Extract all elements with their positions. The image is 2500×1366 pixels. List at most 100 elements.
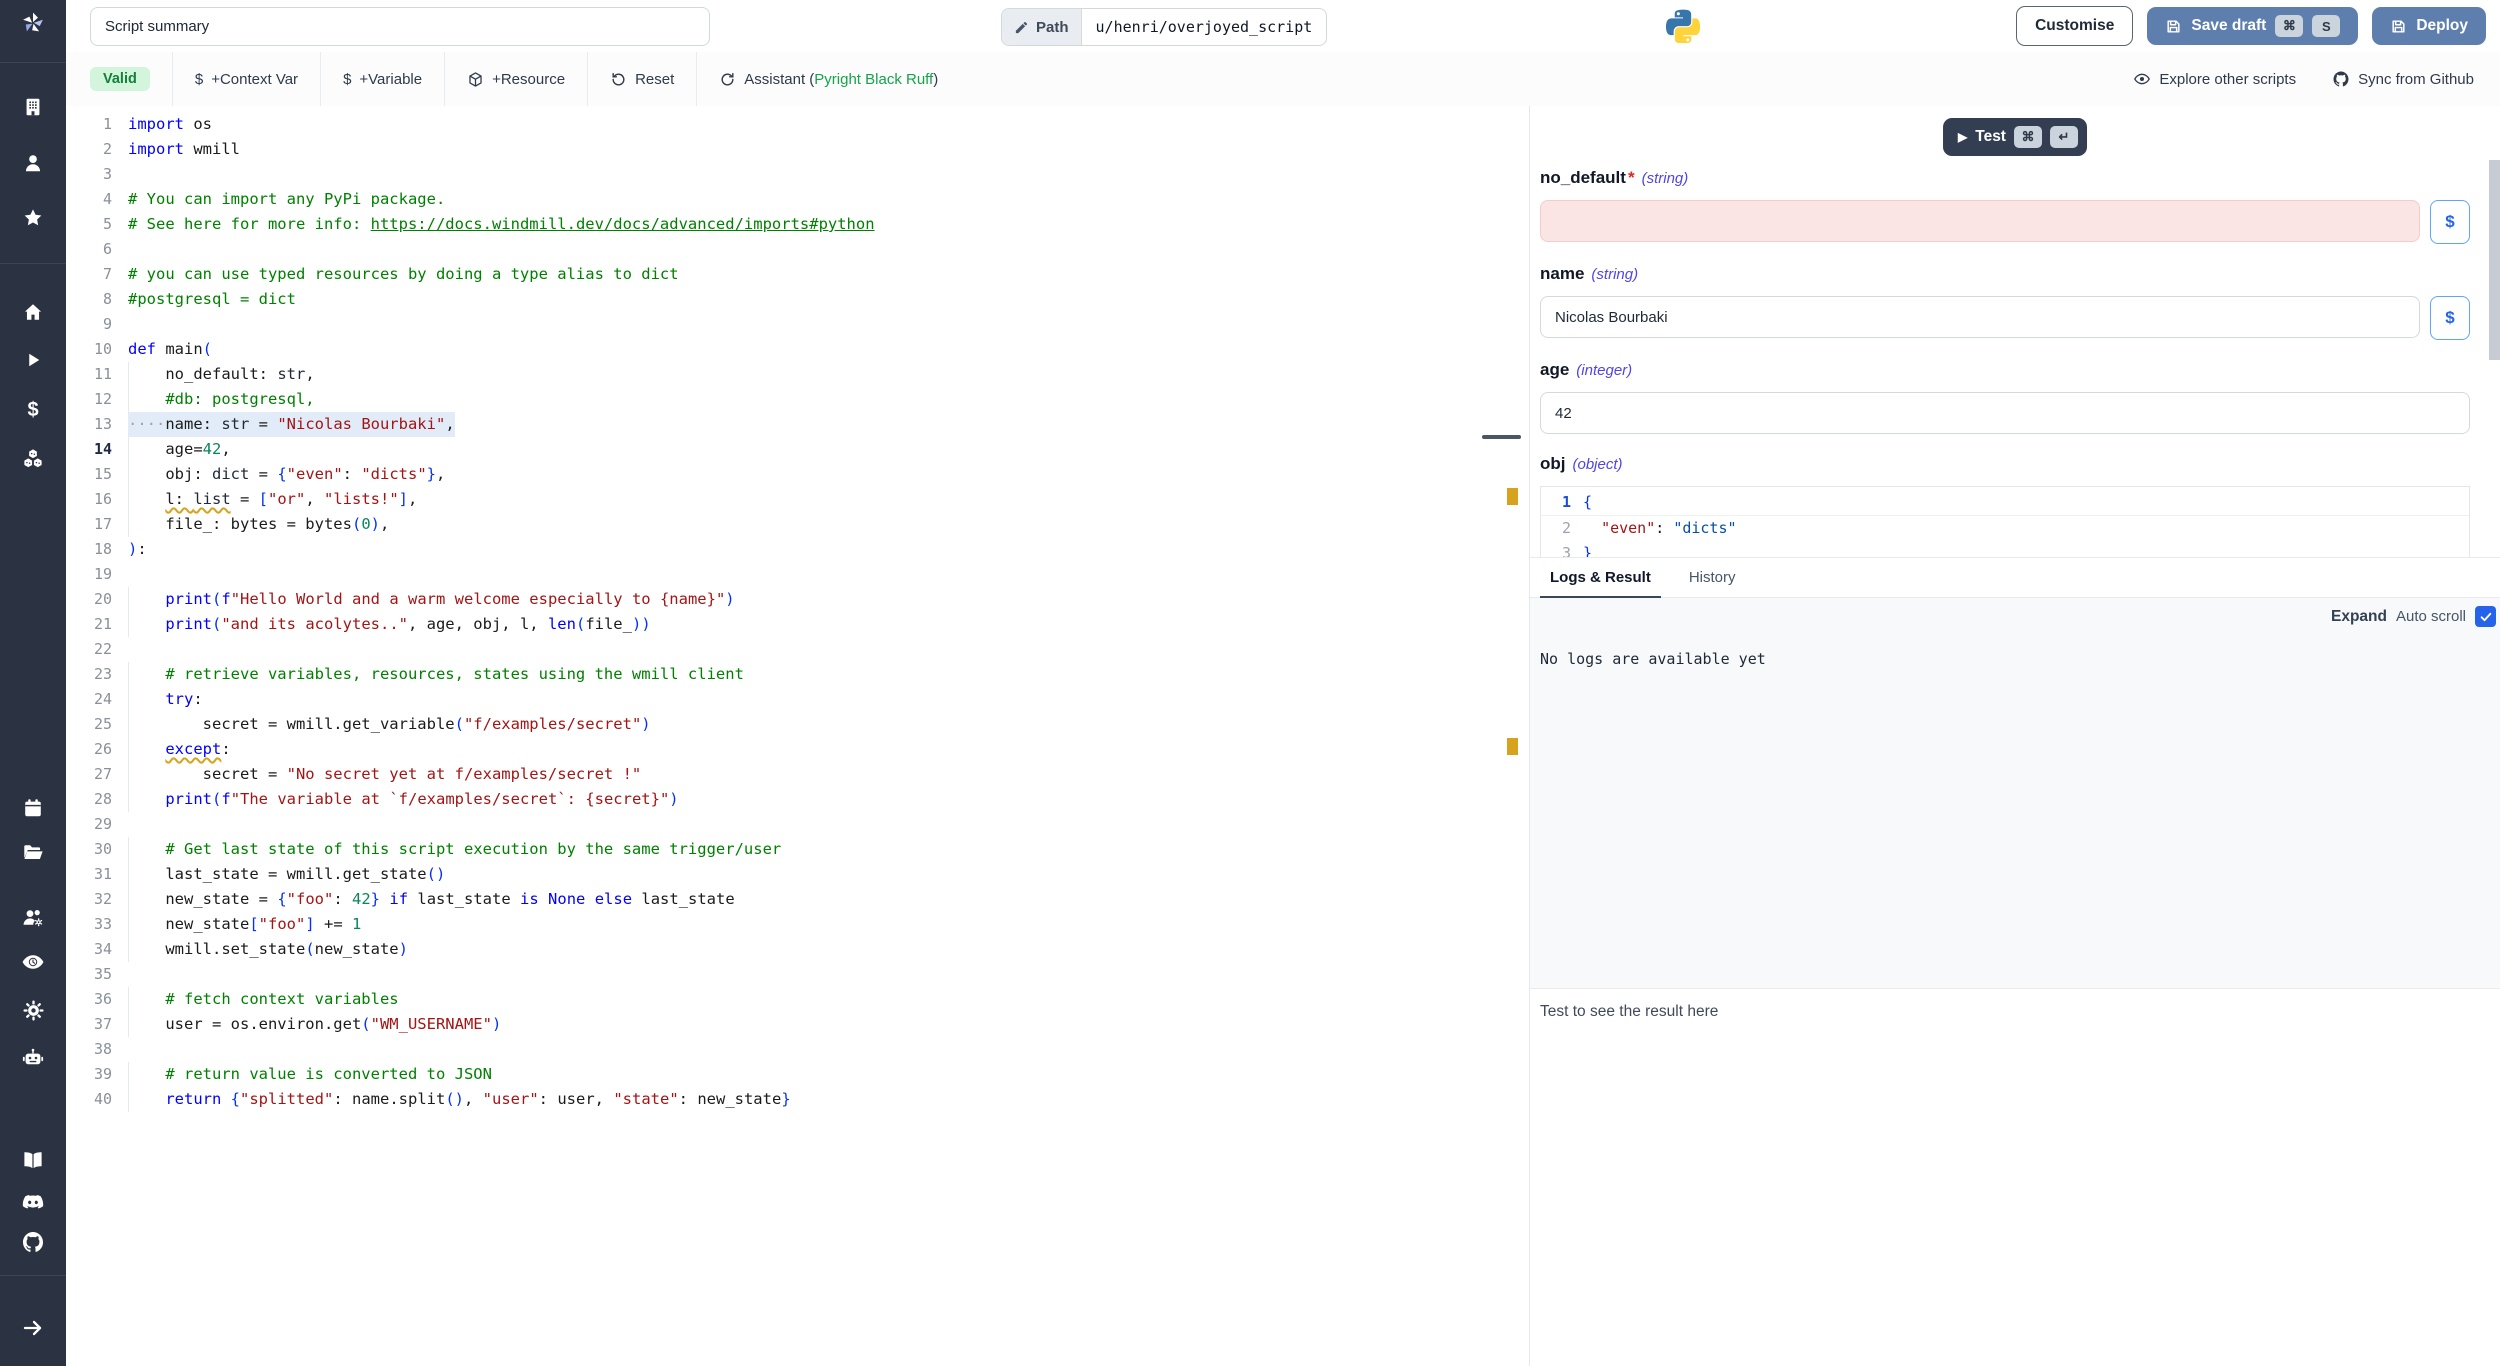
name-input[interactable] [1540,296,2420,338]
autoscroll-checkbox[interactable] [2475,606,2496,627]
code-line-3: 3 [66,162,1529,187]
github-icon [2332,70,2350,88]
code-line-15: 15 obj: dict = {"even": "dicts"}, [66,462,1529,487]
code-line-21: 21 print("and its acolytes..", age, obj,… [66,612,1529,637]
output-tabs: Logs & Result History [1530,557,2500,598]
add-context-var-button[interactable]: $+Context Var [172,52,320,106]
assistant-toggle[interactable]: Assistant (Pyright Black Ruff) [696,52,960,106]
robot-icon[interactable] [20,1045,46,1071]
windmill-script-editor: $ [0,0,2500,1366]
discord-icon[interactable] [20,1189,46,1215]
path-value: u/henri/overjoyed_script [1082,9,1327,45]
valid-status-badge: Valid [66,52,172,106]
code-line-1: 1import os [66,112,1529,137]
no-logs-message: No logs are available yet [1540,650,1766,668]
header: Path u/henri/overjoyed_script Customise … [66,0,2500,53]
add-variable-button[interactable]: $+Variable [320,52,444,106]
path-badge[interactable]: Path u/henri/overjoyed_script [1001,8,1327,46]
folder-open-icon[interactable] [20,839,46,865]
dollar-icon: $ [195,71,203,88]
code-editor[interactable]: 1import os2import wmill34# You can impor… [66,106,1530,1366]
tab-history[interactable]: History [1679,558,1746,597]
save-draft-button[interactable]: Save draft ⌘ S [2147,7,2358,45]
test-button[interactable]: ▶ Test ⌘ ↵ [1943,118,2087,156]
code-line-4: 4# You can import any PyPi package. [66,187,1529,212]
sidebar-divider [0,1275,66,1276]
kbd-enter: ↵ [2050,126,2078,148]
warning-mark-line26 [1507,738,1518,755]
assistant-linters: Pyright Black Ruff [814,71,933,88]
dollar-variables-icon[interactable]: $ [20,397,46,423]
code-line-18: 18): [66,537,1529,562]
result-placeholder: Test to see the result here [1530,989,2500,1021]
overview-cursor-mark [1482,435,1521,439]
code-line-27: 27 secret = "No secret yet at f/examples… [66,762,1529,787]
code-line-8: 8#postgresql = dict [66,287,1529,312]
obj-json-editor[interactable]: 1{2 "even": "dicts"3} [1540,486,2470,565]
code-line-31: 31 last_state = wmill.get_state() [66,862,1529,887]
home-icon[interactable] [20,299,46,325]
panel-scrollbar[interactable] [2489,160,2500,360]
code-line-25: 25 secret = wmill.get_variable("f/exampl… [66,712,1529,737]
customise-button[interactable]: Customise [2016,6,2133,46]
code-line-40: 40 return {"splitted": name.split(), "us… [66,1087,1529,1112]
deploy-icon [2390,18,2407,35]
dollar-icon: $ [343,71,351,88]
code-line-13: 13····name: str = "Nicolas Bourbaki", [66,412,1529,437]
user-group-gear-icon[interactable] [20,905,46,931]
sync-from-github-link[interactable]: Sync from Github [2332,70,2474,88]
code-line-34: 34 wmill.set_state(new_state) [66,937,1529,962]
logs-area: Expand Auto scroll No logs are available… [1530,598,2500,988]
code-line-11: 11 no_default: str, [66,362,1529,387]
windmill-logo[interactable] [20,10,46,36]
kbd-cmd: ⌘ [2275,15,2303,37]
code-line-23: 23 # retrieve variables, resources, stat… [66,662,1529,687]
code-line-39: 39 # return value is converted to JSON [66,1062,1529,1087]
expand-button[interactable]: Expand [2331,608,2387,626]
reset-button[interactable]: Reset [587,52,696,106]
python-logo-icon [1666,9,1700,43]
code-lines: 1import os2import wmill34# You can impor… [66,112,1529,1112]
github-icon[interactable] [20,1229,46,1255]
tab-logs-result[interactable]: Logs & Result [1540,558,1661,597]
eye-icon [2133,70,2151,88]
gear-icon[interactable] [20,997,46,1023]
code-line-33: 33 new_state["foo"] += 1 [66,912,1529,937]
eye-clock-runs-icon[interactable] [20,949,46,975]
code-line-28: 28 print(f"The variable at `f/examples/s… [66,787,1529,812]
code-line-24: 24 try: [66,687,1529,712]
save-icon [2165,18,2182,35]
code-line-7: 7# you can use typed resources by doing … [66,262,1529,287]
book-open-docs-icon[interactable] [20,1147,46,1173]
result-area: Test to see the result here [1530,988,2500,1366]
sidebar: $ [0,0,66,1366]
editor-toolbar: Valid $+Context Var $+Variable +Resource… [66,52,2500,107]
code-line-22: 22 [66,637,1529,662]
sidebar-divider [0,62,66,63]
play-icon[interactable] [20,347,46,373]
no-default-input[interactable] [1540,200,2420,242]
explore-other-scripts-link[interactable]: Explore other scripts [2133,70,2296,88]
calendar-icon[interactable] [20,795,46,821]
age-input[interactable] [1540,392,2470,434]
code-line-16: 16 l: list = ["or", "lists!"], [66,487,1529,512]
right-panel: ▶ Test ⌘ ↵ no_default* (string) $ name (… [1530,106,2500,1366]
person-icon[interactable] [20,150,46,176]
cubes-resources-icon[interactable] [20,445,46,471]
add-resource-button[interactable]: +Resource [444,52,587,106]
insert-variable-button[interactable]: $ [2430,200,2470,244]
obj-line-1: 1{ [1541,490,2469,516]
autoscroll-label: Auto scroll [2396,608,2466,625]
arrow-right-expand-icon[interactable] [20,1315,46,1341]
pencil-icon [1014,20,1029,35]
insert-variable-button[interactable]: $ [2430,296,2470,340]
star-icon[interactable] [20,205,46,231]
script-args-form: no_default* (string) $ name (string) $ a… [1540,168,2470,565]
obj-line-2: 2 "even": "dicts" [1541,516,2469,541]
building-icon[interactable] [20,94,46,120]
code-line-14: 14 age=42, [66,437,1529,462]
refresh-icon [719,71,736,88]
deploy-button[interactable]: Deploy [2372,7,2486,45]
reset-icon [610,71,627,88]
script-summary-input[interactable] [90,7,710,46]
